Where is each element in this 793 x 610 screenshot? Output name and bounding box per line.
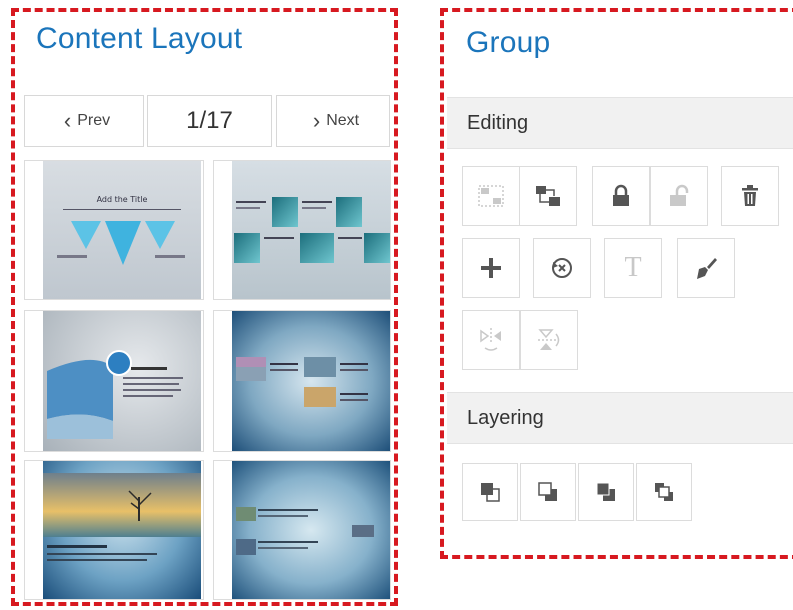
send-backward-button[interactable]: [636, 463, 692, 521]
delete-icon: [740, 184, 760, 208]
reset-rotation-button[interactable]: [533, 238, 591, 298]
chevron-left-icon: ‹: [63, 108, 72, 133]
slide-thumbnail-icon: [232, 161, 390, 299]
format-painter-button[interactable]: [677, 238, 735, 298]
slide-thumbnail-icon: [232, 461, 390, 599]
delete-button[interactable]: [721, 166, 779, 226]
format-painter-icon: [693, 255, 719, 281]
editing-section-header: Editing: [447, 97, 793, 149]
flip-vertical-icon: [536, 328, 562, 352]
add-button[interactable]: [462, 238, 520, 298]
flip-horizontal-icon: [479, 327, 503, 353]
bring-forward-icon: [594, 480, 618, 504]
unlock-button[interactable]: [650, 166, 708, 226]
prev-label: Prev: [77, 112, 111, 129]
layout-thumbnail-6[interactable]: [213, 460, 391, 600]
layering-label: Layering: [467, 406, 544, 429]
flip-vertical-button[interactable]: [520, 310, 578, 370]
text-button[interactable]: T: [604, 238, 662, 298]
send-to-back-icon: [536, 480, 560, 504]
prev-button[interactable]: ‹ Prev: [24, 95, 144, 147]
unlock-icon: [667, 184, 691, 208]
text-icon: T: [624, 252, 642, 283]
bring-forward-button[interactable]: [578, 463, 634, 521]
send-backward-icon: [652, 480, 676, 504]
ungroup-icon: [534, 184, 562, 208]
group-button[interactable]: [462, 166, 520, 226]
layout-thumbnail-4[interactable]: [213, 310, 391, 452]
slide-thumbnail-icon: [232, 311, 390, 451]
layout-thumbnail-2[interactable]: [213, 160, 391, 300]
layering-section-header: Layering: [447, 392, 793, 444]
ungroup-button[interactable]: [519, 166, 577, 226]
next-button[interactable]: › Next: [276, 95, 390, 147]
next-label: Next: [326, 112, 360, 129]
group-title: Group: [466, 26, 551, 59]
layout-thumbnail-3[interactable]: [24, 310, 204, 452]
send-to-back-button[interactable]: [520, 463, 576, 521]
bring-to-front-button[interactable]: [462, 463, 518, 521]
slide-thumbnail-icon: [43, 311, 201, 451]
layout-thumbnail-1[interactable]: Add the Title: [24, 160, 204, 300]
content-layout-title: Content Layout: [36, 22, 243, 55]
add-icon: [480, 257, 502, 279]
editing-label: Editing: [467, 111, 529, 134]
group-icon: [478, 185, 504, 207]
page-indicator: 1/17: [147, 95, 272, 147]
bring-to-front-icon: [478, 480, 502, 504]
layout-thumbnail-5[interactable]: [24, 460, 204, 600]
lock-icon: [610, 184, 632, 208]
chevron-right-icon: ›: [312, 108, 321, 133]
lock-button[interactable]: [592, 166, 650, 226]
slide-thumbnail-icon: [43, 461, 201, 599]
reset-rotation-icon: [549, 255, 575, 281]
flip-horizontal-button[interactable]: [462, 310, 520, 370]
slide-thumbnail-icon: Add the Title: [43, 161, 201, 299]
